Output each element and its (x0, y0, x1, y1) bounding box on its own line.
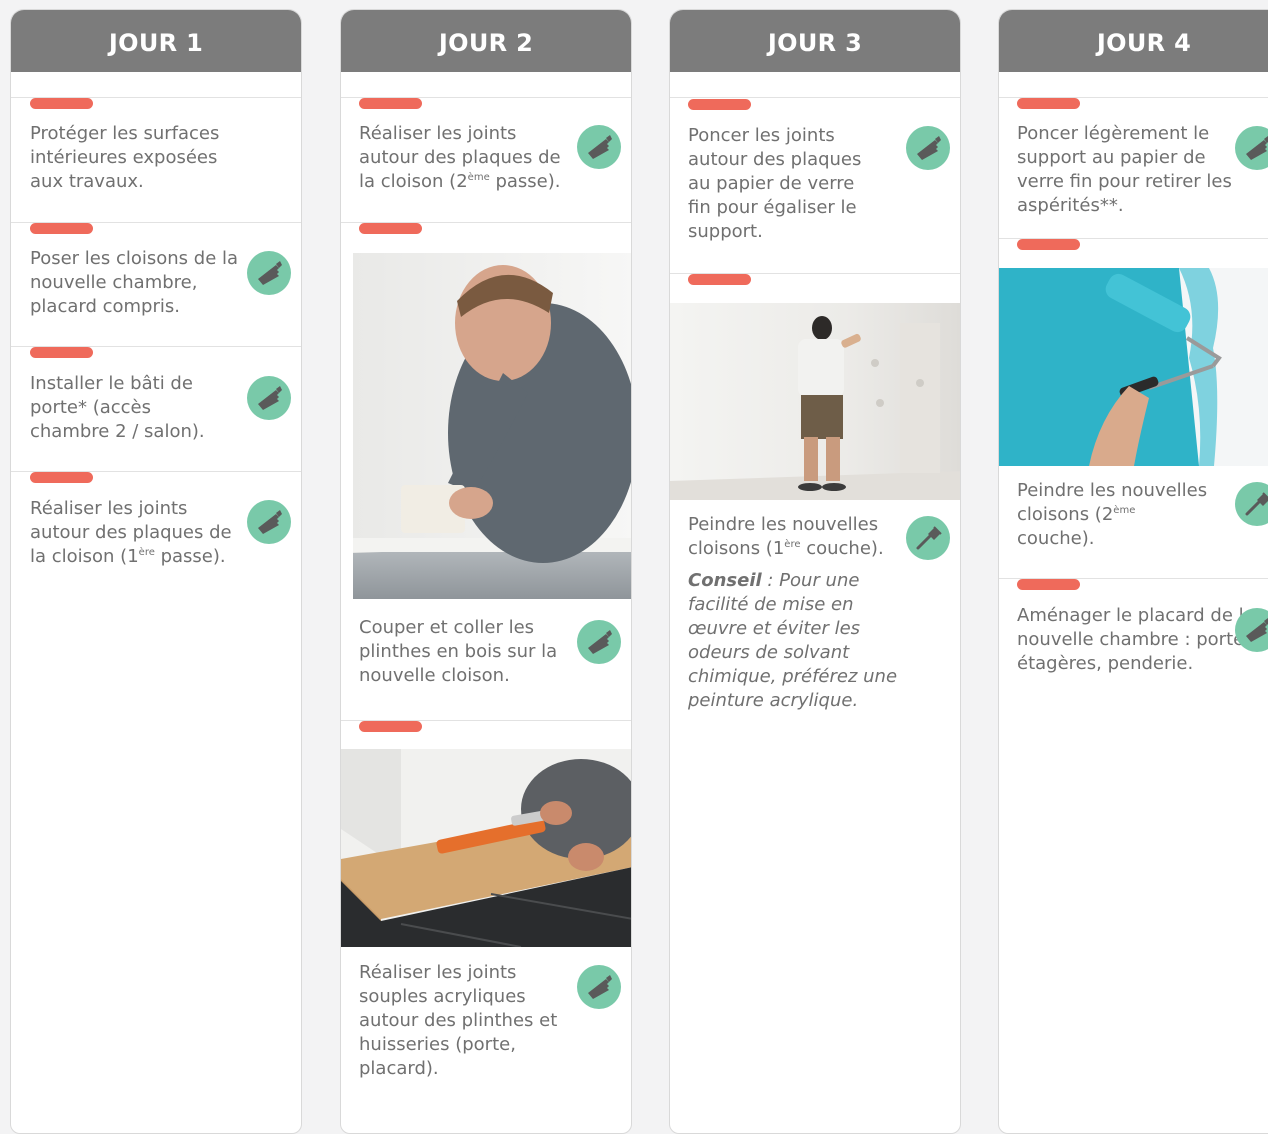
day-title: JOUR 4 (999, 10, 1268, 72)
task-text: Protéger les surfaces intérieures exposé… (30, 123, 220, 192)
task-text: Réaliser les joints autour des plaques d… (359, 123, 561, 192)
task-text: Poncer les joints autour des plaques au … (688, 125, 862, 242)
day-title: JOUR 2 (341, 10, 631, 72)
task-text: Poncer légèrement le support au papier d… (1017, 123, 1232, 216)
task-marker-bar (1017, 98, 1080, 109)
task-text: Réaliser les joints autour des plaques d… (30, 498, 232, 567)
saw-icon (577, 125, 621, 169)
task-text: Aménager le placard de la nouvelle chamb… (1017, 605, 1260, 674)
photo-caulking-baseboard (341, 749, 631, 947)
saw-icon (1235, 608, 1268, 652)
divider (670, 97, 960, 98)
saw-icon (247, 251, 291, 295)
task-marker-bar (30, 98, 93, 109)
paintbrush-icon (1235, 482, 1268, 526)
saw-icon (1235, 126, 1268, 170)
photo-man-painting-wall (670, 303, 960, 500)
task-marker-bar (688, 274, 751, 285)
day-column-3: JOUR 3 Poncer les joints autour des plaq… (669, 9, 961, 1134)
saw-icon (577, 965, 621, 1009)
photo-paint-roller-turquoise (999, 268, 1268, 466)
saw-icon (906, 126, 950, 170)
photo-man-gluing-baseboard (353, 253, 631, 599)
saw-icon (247, 500, 291, 544)
tip-label: Conseil (688, 570, 762, 591)
day-title: JOUR 3 (670, 10, 960, 72)
task-text: Peindre les nouvelles cloisons (2ème cou… (1017, 480, 1208, 549)
task-marker-bar (359, 721, 422, 732)
task-marker-bar (359, 98, 422, 109)
task-marker-bar (1017, 239, 1080, 250)
task-text: Couper et coller les plinthes en bois su… (359, 617, 558, 686)
paintbrush-icon (906, 516, 950, 560)
task-marker-bar (359, 223, 422, 234)
task-text: Poser les cloisons de la nouvelle chambr… (30, 248, 239, 317)
saw-icon (577, 620, 621, 664)
day-title: JOUR 1 (11, 10, 301, 72)
day-column-1: JOUR 1 Protéger les surfaces intérieures… (10, 9, 302, 1134)
saw-icon (247, 376, 291, 420)
day-column-2: JOUR 2 Réaliser les joints autour des pl… (340, 9, 632, 1134)
task-marker-bar (688, 99, 751, 110)
day-column-4: JOUR 4 Poncer légèrement le support au p… (998, 9, 1268, 1134)
tip-text: Conseil : Pour une facilité de mise en œ… (688, 570, 898, 711)
task-text: Réaliser les joints souples acryliques a… (359, 962, 558, 1079)
task-marker-bar (30, 347, 93, 358)
task-marker-bar (1017, 579, 1080, 590)
task-marker-bar (30, 223, 93, 234)
task-text: Installer le bâti de porte* (accès chamb… (30, 373, 205, 442)
task-text: Peindre les nouvelles cloisons (1ère cou… (688, 514, 884, 559)
task-marker-bar (30, 472, 93, 483)
